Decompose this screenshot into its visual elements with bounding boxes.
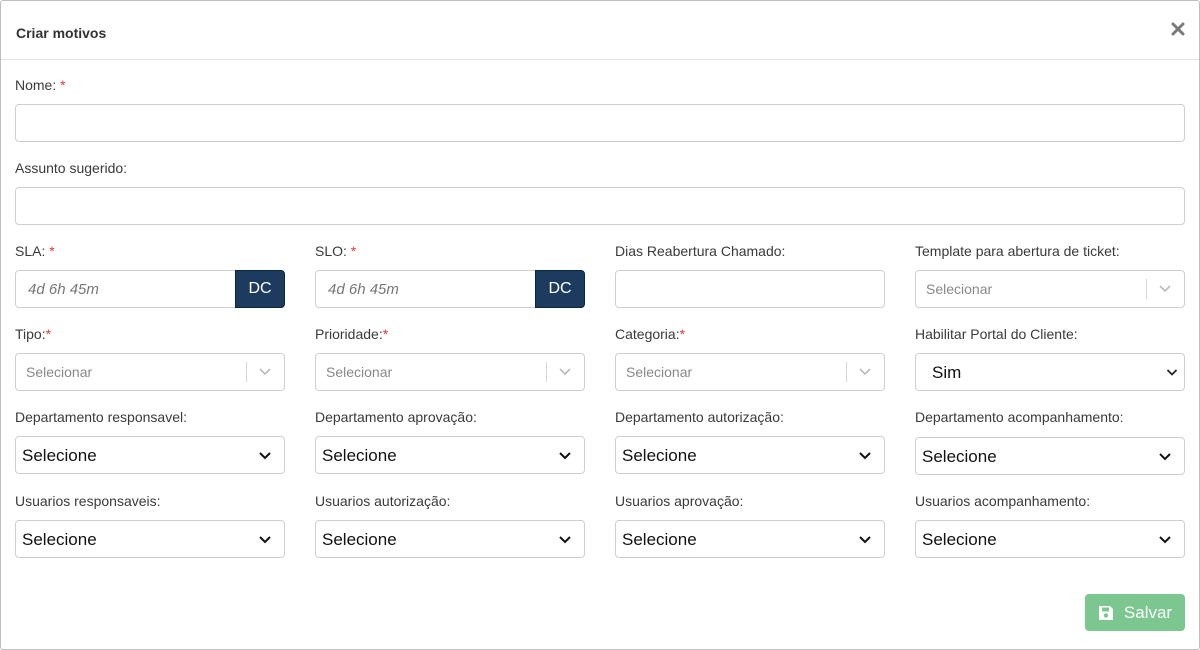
floppy-disk-icon <box>1098 605 1113 620</box>
categoria-placeholder: Selecionar <box>626 364 693 380</box>
categoria-select[interactable]: Selecionar <box>615 353 885 391</box>
dep-autorizacao-select[interactable]: Selecione <box>615 436 885 474</box>
select-separator <box>846 362 847 382</box>
slo-dc-button[interactable]: DC <box>535 270 585 308</box>
tipo-select[interactable]: Selecionar <box>15 353 285 391</box>
chevron-down-icon <box>259 452 271 460</box>
chevron-down-icon <box>1159 453 1171 461</box>
assunto-input[interactable] <box>15 187 1185 225</box>
sla-input[interactable] <box>15 270 237 308</box>
chevron-down-icon <box>859 536 871 544</box>
template-label: Template para abertura de ticket: <box>915 243 1120 259</box>
prioridade-placeholder: Selecionar <box>326 364 393 380</box>
sla-label: SLA: * <box>15 243 55 259</box>
usr-acompanhamento-select[interactable]: Selecione <box>915 520 1185 558</box>
usr-autorizacao-label: Usuarios autorização: <box>315 493 451 509</box>
nome-label: Nome: * <box>15 77 66 93</box>
chevron-down-icon <box>259 536 271 544</box>
save-button[interactable]: Salvar <box>1085 594 1185 631</box>
usr-aprovacao-value: Selecione <box>622 530 697 549</box>
chevron-down-icon <box>859 452 871 460</box>
sla-dc-button[interactable]: DC <box>235 270 285 308</box>
dias-reabertura-input[interactable] <box>615 270 885 308</box>
modal-header: Criar motivos <box>1 1 1199 60</box>
usr-acompanhamento-value: Selecione <box>922 530 997 549</box>
dep-aprovacao-select[interactable]: Selecione <box>315 436 585 474</box>
usr-acompanhamento-label: Usuarios acompanhamento: <box>915 493 1091 509</box>
modal-title: Criar motivos <box>16 25 107 41</box>
chevron-down-icon <box>1166 369 1178 376</box>
dep-responsavel-label: Departamento responsavel: <box>15 409 187 425</box>
portal-label: Habilitar Portal do Cliente: <box>915 326 1078 342</box>
usr-autorizacao-value: Selecione <box>322 530 397 549</box>
dep-responsavel-select[interactable]: Selecione <box>15 436 285 474</box>
dep-acompanhamento-label: Departamento acompanhamento: <box>915 409 1124 425</box>
tipo-placeholder: Selecionar <box>26 364 93 380</box>
dep-acompanhamento-value: Selecione <box>922 447 997 466</box>
usr-responsaveis-label: Usuarios responsaveis: <box>15 493 161 509</box>
dep-autorizacao-value: Selecione <box>622 446 697 465</box>
dep-autorizacao-label: Departamento autorização: <box>615 409 784 425</box>
tipo-label: Tipo:* <box>15 326 52 342</box>
slo-label: SLO: * <box>315 243 357 259</box>
prioridade-label: Prioridade:* <box>315 326 389 342</box>
chevron-down-icon <box>1159 536 1171 544</box>
prioridade-select[interactable]: Selecionar <box>315 353 585 391</box>
usr-responsaveis-value: Selecione <box>22 530 97 549</box>
categoria-label: Categoria:* <box>615 326 686 342</box>
chevron-down-icon <box>259 368 271 376</box>
dep-aprovacao-value: Selecione <box>322 446 397 465</box>
select-separator <box>546 362 547 382</box>
usr-aprovacao-select[interactable]: Selecione <box>615 520 885 558</box>
save-label: Salvar <box>1123 602 1173 622</box>
chevron-down-icon <box>559 536 571 544</box>
template-select[interactable]: Selecionar <box>915 270 1185 308</box>
chevron-down-icon <box>859 368 871 376</box>
assunto-label: Assunto sugerido: <box>15 160 128 176</box>
close-icon[interactable] <box>1169 20 1187 38</box>
slo-input[interactable] <box>315 270 537 308</box>
portal-value: Sim <box>932 363 962 382</box>
select-separator <box>246 362 247 382</box>
dep-aprovacao-label: Departamento aprovação: <box>315 409 477 425</box>
dep-acompanhamento-select[interactable]: Selecione <box>915 437 1185 475</box>
usr-responsaveis-select[interactable]: Selecione <box>15 520 285 558</box>
dep-responsavel-value: Selecione <box>22 446 97 465</box>
chevron-down-icon <box>559 452 571 460</box>
portal-select[interactable]: Sim <box>915 353 1185 391</box>
usr-autorizacao-select[interactable]: Selecione <box>315 520 585 558</box>
dias-reabertura-label: Dias Reabertura Chamado: <box>615 243 786 259</box>
nome-input[interactable] <box>15 104 1185 142</box>
chevron-down-icon <box>1159 285 1171 293</box>
select-separator <box>1146 279 1147 299</box>
usr-aprovacao-label: Usuarios aprovação: <box>615 493 744 509</box>
chevron-down-icon <box>559 368 571 376</box>
template-placeholder: Selecionar <box>926 281 993 297</box>
